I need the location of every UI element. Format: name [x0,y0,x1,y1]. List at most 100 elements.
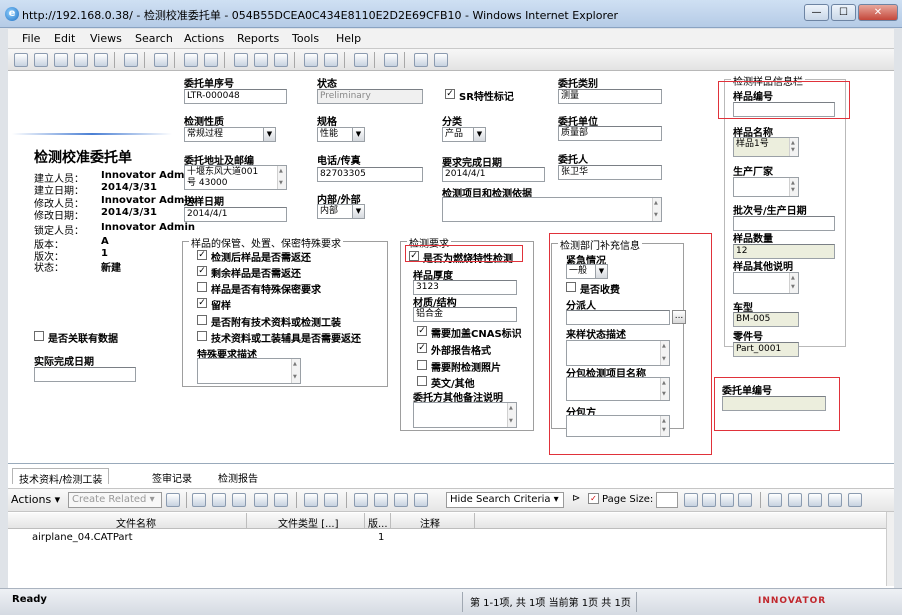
word-export-icon[interactable] [274,493,288,507]
menu-views[interactable]: Views [90,32,122,45]
grid-scrollbar[interactable] [886,512,894,586]
page-size-checkbox[interactable]: ✓ [588,493,599,504]
replace-icon[interactable] [212,493,226,507]
cnas-checkbox[interactable]: ✓ [417,326,427,336]
print-icon[interactable] [154,53,168,67]
page-size-input[interactable] [656,492,678,508]
sr-flag-checkbox[interactable]: ✓ [445,89,455,99]
structure-icon[interactable] [354,53,368,67]
other-desc-input[interactable] [733,272,799,294]
create-related-select[interactable]: Create Related ▾ [68,492,162,508]
manufacturer-input[interactable] [733,177,799,197]
menu-reports[interactable]: Reports [237,32,279,45]
minimize-button[interactable]: — [804,4,829,21]
where-used-icon[interactable] [324,53,338,67]
menu-actions[interactable]: Actions [184,32,224,45]
folder-icon[interactable] [54,53,68,67]
lock-icon[interactable] [234,53,248,67]
first-page-icon[interactable] [684,493,698,507]
pick-icon[interactable] [192,493,206,507]
new-relationship-icon[interactable] [166,493,180,507]
storage-checkbox-5[interactable] [197,315,207,325]
properties-icon[interactable] [94,53,108,67]
word-icon[interactable] [204,53,218,67]
workflow-icon[interactable] [414,53,428,67]
internal-external-select[interactable]: 内部 ▼ [317,204,365,219]
view-icon[interactable] [768,493,782,507]
phone-input[interactable]: 82703305 [317,167,423,182]
search-mode-select[interactable]: Hide Search Criteria ▾ [446,492,564,508]
new-icon[interactable] [14,53,28,67]
test-items-basis-input[interactable] [442,197,662,222]
menu-tools[interactable]: Tools [292,32,319,45]
next-page-icon[interactable] [720,493,734,507]
col-comment[interactable]: 注释 [420,515,440,530]
storage-checkbox-6[interactable] [197,331,207,341]
category-input[interactable]: 测量 [558,89,662,104]
address-input[interactable]: 十堰东风大道001 号 43000 [184,165,287,190]
tab-tech-docs[interactable]: 技术资料/检测工装 [12,468,110,486]
filter-icon[interactable]: ⊳ [572,493,580,504]
batch-input[interactable] [733,216,835,231]
menu-file[interactable]: File [22,32,40,45]
spec-select[interactable]: 性能 ▼ [317,127,365,142]
signoff-icon[interactable] [434,53,448,67]
promote-relationship-icon[interactable] [354,493,368,507]
excel-export-icon[interactable] [254,493,268,507]
client-input[interactable]: 张卫华 [558,165,662,180]
more-icon[interactable] [848,493,862,507]
upload-icon[interactable] [808,493,822,507]
undo-icon[interactable] [274,53,288,67]
menu-edit[interactable]: Edit [54,32,75,45]
storage-checkbox-3[interactable] [197,282,207,292]
help-icon[interactable] [384,53,398,67]
tab-test-report[interactable]: 检测报告 [212,468,264,485]
last-page-icon[interactable] [738,493,752,507]
storage-checkbox-2[interactable]: ✓ [197,266,207,276]
maximize-button[interactable]: ☐ [831,4,856,21]
refresh-icon[interactable] [124,53,138,67]
model-input[interactable]: BM-005 [733,312,799,327]
col-file-type[interactable]: 文件类型 [...] [278,515,339,530]
english-other-checkbox[interactable] [417,376,427,386]
table-row[interactable]: airplane_04.CATPart 1 [8,530,474,546]
thickness-input[interactable]: 3123 [413,280,517,295]
due-date-input[interactable]: 2014/4/1 [442,167,545,182]
lock-relationship-icon[interactable] [304,493,318,507]
photos-checkbox[interactable] [417,360,427,370]
special-desc-input[interactable] [197,358,301,384]
unlock-icon[interactable] [254,53,268,67]
classification-select[interactable]: 产品 ▼ [442,127,486,142]
menu-search[interactable]: Search [135,32,173,45]
part-input[interactable]: Part_0001 [733,342,799,357]
tab-signoff[interactable]: 签审记录 [146,468,198,485]
has-related-data-checkbox[interactable] [34,331,44,341]
close-button[interactable]: ✕ [858,4,898,21]
col-file-name[interactable]: 文件名称 [116,515,156,530]
qty-input[interactable]: 12 [733,244,835,259]
order-no-input[interactable]: LTR-000048 [184,89,287,104]
external-report-checkbox[interactable]: ✓ [417,343,427,353]
clear-search-icon[interactable] [394,493,408,507]
edit-icon[interactable] [788,493,802,507]
download-icon[interactable] [828,493,842,507]
unlock-relationship-icon[interactable] [324,493,338,507]
storage-checkbox-4[interactable]: ✓ [197,298,207,308]
prev-page-icon[interactable] [702,493,716,507]
actions-menu[interactable]: Actions ▾ [11,493,60,506]
run-search-icon[interactable] [414,493,428,507]
delete-icon[interactable] [232,493,246,507]
send-date-input[interactable]: 2014/4/1 [184,207,287,222]
test-nature-select[interactable]: 常规过程 ▼ [184,127,276,142]
material-input[interactable]: 铝合金 [413,307,517,322]
actual-finish-date-input[interactable] [34,367,136,382]
storage-checkbox-1[interactable]: ✓ [197,250,207,260]
save-icon[interactable] [74,53,88,67]
excel-icon[interactable] [184,53,198,67]
copy-icon[interactable] [34,53,48,67]
search-icon[interactable] [374,493,388,507]
sample-name-input[interactable]: 样品1号 [733,137,799,157]
menu-help[interactable]: Help [336,32,361,45]
client-unit-input[interactable]: 质量部 [558,126,662,141]
col-version[interactable]: 版... [368,515,388,530]
